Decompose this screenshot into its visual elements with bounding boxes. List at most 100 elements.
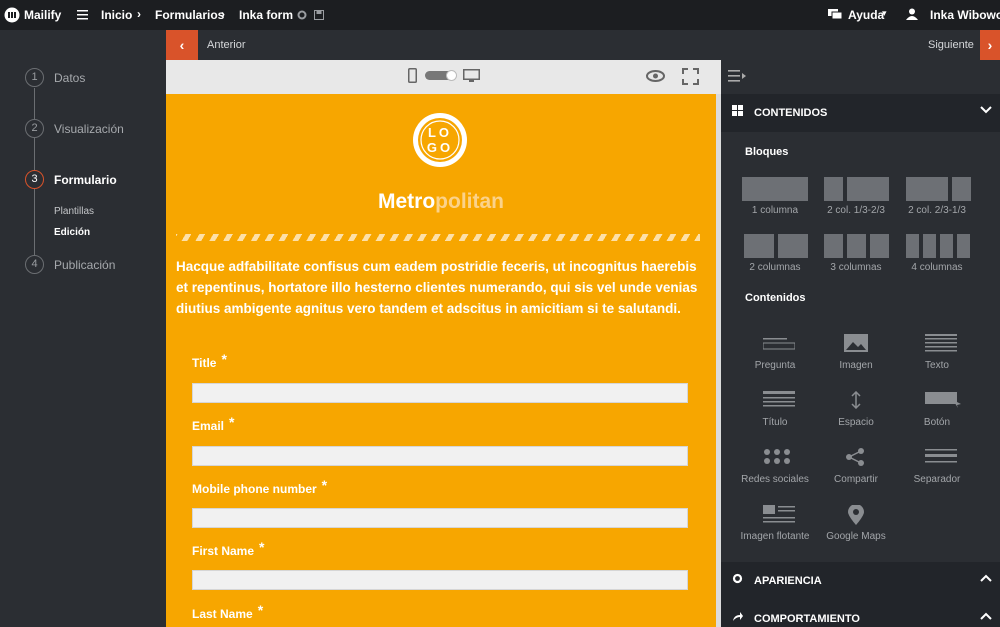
preview-toolbar xyxy=(166,60,721,94)
user-name[interactable]: Inka Wibowo xyxy=(930,8,1000,22)
appearance-title: APARIENCIA xyxy=(754,575,822,587)
field-label-text: Last Name xyxy=(192,607,253,621)
save-icon[interactable] xyxy=(314,10,324,20)
step-nav-bar: ‹ Anterior Siguiente › xyxy=(166,30,1000,60)
form-preview-canvas: LO GO Metropolitan Hacque adfabilitate c… xyxy=(166,94,716,627)
content-label: Imagen xyxy=(839,360,873,371)
content-label: Google Maps xyxy=(826,531,886,542)
content-espacio[interactable]: Espacio xyxy=(816,391,896,431)
substep-plantillas[interactable]: Plantillas xyxy=(54,206,94,217)
breadcrumb-forms[interactable]: Formularios xyxy=(155,8,224,22)
content-imagen-flotante[interactable]: Imagen flotante xyxy=(735,505,815,545)
step-formulario[interactable]: Formulario xyxy=(54,173,117,187)
field-label-firstname: First Name * xyxy=(192,539,265,558)
mobile-icon[interactable] xyxy=(408,68,417,83)
block-cell xyxy=(824,177,843,201)
text-icon xyxy=(925,334,957,352)
mobile-input[interactable] xyxy=(192,508,688,528)
field-label-lastname: Last Name * xyxy=(192,602,264,621)
editor-panel: CONTENIDOS Bloques 1 columna 2 col. 1/3-… xyxy=(721,60,1000,627)
content-label: Redes sociales xyxy=(741,474,809,485)
heading-icon xyxy=(763,391,795,407)
content-label: Espacio xyxy=(838,417,874,428)
question-field-icon xyxy=(763,338,795,350)
content-texto[interactable]: Texto xyxy=(897,334,977,374)
content-redes-sociales[interactable]: Redes sociales xyxy=(735,448,815,488)
content-imagen[interactable]: Imagen xyxy=(816,334,896,374)
block-2col-1-3-2-3[interactable]: 2 col. 1/3-2/3 xyxy=(816,177,896,221)
chevron-up-icon xyxy=(980,612,992,620)
menu-icon[interactable] xyxy=(77,10,88,20)
help-menu[interactable]: Ayuda xyxy=(848,8,884,22)
block-cell xyxy=(906,177,948,201)
substep-edicion[interactable]: Edición xyxy=(54,227,90,238)
appearance-section-header[interactable]: APARIENCIA xyxy=(721,562,1000,600)
content-titulo[interactable]: Título xyxy=(735,391,815,431)
chat-icon[interactable] xyxy=(828,9,842,21)
toggle-knob xyxy=(446,70,457,81)
floating-image-icon xyxy=(763,505,795,523)
step-2-badge[interactable]: 2 xyxy=(25,119,44,138)
block-label: 2 columnas xyxy=(749,262,801,273)
block-label: 2 col. 2/3-1/3 xyxy=(908,205,966,216)
eye-icon[interactable] xyxy=(646,70,665,82)
first-name-input[interactable] xyxy=(192,570,688,590)
required-mark: * xyxy=(321,477,328,493)
required-mark: * xyxy=(259,539,265,555)
block-3-columnas[interactable]: 3 columnas xyxy=(816,234,896,278)
mailify-logo-icon[interactable] xyxy=(4,7,20,23)
step-3-badge[interactable]: 3 xyxy=(25,170,44,189)
next-label[interactable]: Siguiente xyxy=(928,39,974,51)
required-mark: * xyxy=(257,602,264,618)
content-boton[interactable]: Botón xyxy=(897,391,977,431)
content-pregunta[interactable]: Pregunta xyxy=(735,334,815,374)
fullscreen-icon[interactable] xyxy=(682,68,699,85)
behavior-section-header[interactable]: COMPORTAMIENTO xyxy=(721,600,1000,627)
block-2-columnas[interactable]: 2 columnas xyxy=(735,234,815,278)
block-4-columnas[interactable]: 4 columnas xyxy=(897,234,977,278)
prev-label[interactable]: Anterior xyxy=(207,39,246,51)
block-2col-2-3-1-3[interactable]: 2 col. 2/3-1/3 xyxy=(897,177,977,221)
device-toggle[interactable] xyxy=(425,70,457,81)
gear-icon[interactable] xyxy=(297,10,307,20)
block-cell xyxy=(742,177,808,201)
stripe-divider xyxy=(176,234,700,241)
social-networks-icon xyxy=(764,449,790,464)
chevron-down-icon[interactable]: ▾ xyxy=(882,8,887,19)
email-input[interactable] xyxy=(192,446,688,466)
block-label: 4 columnas xyxy=(911,262,963,273)
next-button[interactable]: › xyxy=(980,30,1000,60)
content-compartir[interactable]: Compartir xyxy=(816,448,896,488)
chevron-right-icon: › xyxy=(137,7,141,21)
gear-icon xyxy=(732,573,743,584)
contents-section-header[interactable]: CONTENIDOS xyxy=(721,94,1000,132)
step-publicacion[interactable]: Publicación xyxy=(54,258,115,272)
step-datos[interactable]: Datos xyxy=(54,71,85,85)
breadcrumb-home[interactable]: Inicio xyxy=(101,8,132,22)
required-mark: * xyxy=(221,351,227,367)
block-cell xyxy=(870,234,889,258)
step-visualizacion[interactable]: Visualización xyxy=(54,122,124,136)
desktop-icon[interactable] xyxy=(463,69,480,83)
top-bar: Mailify Inicio › Formularios › Inka form… xyxy=(0,0,1000,30)
image-icon xyxy=(844,334,868,352)
app-brand[interactable]: Mailify xyxy=(24,8,61,22)
collapse-panel-icon[interactable] xyxy=(728,70,746,82)
brand-title-part2: politan xyxy=(435,190,504,213)
button-icon xyxy=(925,392,961,408)
user-icon[interactable] xyxy=(906,8,918,20)
content-separador[interactable]: Separador xyxy=(897,448,977,488)
step-1-badge[interactable]: 1 xyxy=(25,68,44,87)
contents-title: CONTENIDOS xyxy=(754,107,828,119)
title-input[interactable] xyxy=(192,383,688,403)
separator-icon xyxy=(925,449,957,463)
content-label: Imagen flotante xyxy=(740,531,810,542)
block-1-columna[interactable]: 1 columna xyxy=(735,177,815,221)
field-label-email: Email * xyxy=(192,414,234,433)
block-cell xyxy=(923,234,936,258)
content-google-maps[interactable]: Google Maps xyxy=(816,505,896,545)
block-cell xyxy=(940,234,953,258)
prev-button[interactable]: ‹ xyxy=(166,30,198,60)
step-4-badge[interactable]: 4 xyxy=(25,255,44,274)
field-label-text: First Name xyxy=(192,544,255,558)
